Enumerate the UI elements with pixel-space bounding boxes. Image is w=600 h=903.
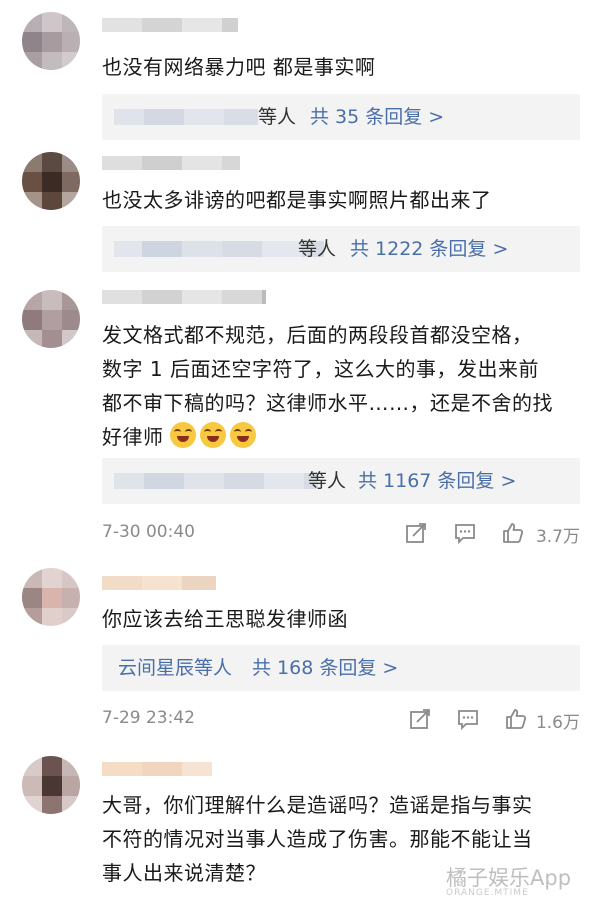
reply-count-link[interactable]: 共 35 条回复 > xyxy=(310,94,444,140)
comment-text: 发文格式都不规范，后面的两段段首都没空格， 数字 1 后面还空字符了，这么大的事… xyxy=(102,318,582,454)
comment-icon[interactable] xyxy=(453,521,477,545)
avatar[interactable] xyxy=(22,290,80,348)
reply-users[interactable]: 云间星辰等人 xyxy=(118,645,232,691)
watermark: 橘子娱乐App ORANGE.MTIME xyxy=(446,862,571,898)
comment-line: 事人出来说清楚？ xyxy=(102,861,266,885)
like-icon[interactable] xyxy=(501,521,525,545)
comment-meta: 7-30 00:40 3.7万 xyxy=(102,518,582,548)
reply-users-suffix: 等人 xyxy=(308,470,347,492)
username-redacted[interactable] xyxy=(102,156,240,170)
reply-users-redacted xyxy=(114,241,324,257)
comment-time: 7-30 00:40 xyxy=(102,522,195,542)
username-redacted[interactable] xyxy=(102,290,266,304)
like-icon[interactable] xyxy=(504,707,528,731)
avatar[interactable] xyxy=(22,152,80,210)
comment-line: 发文格式都不规范，后面的两段段首都没空格， xyxy=(102,323,533,347)
avatar[interactable] xyxy=(22,568,80,626)
replies-box[interactable]: 云间星辰等人 共 168 条回复 > xyxy=(102,645,580,691)
watermark-title: 橘子娱乐App xyxy=(446,866,572,890)
comment-line: 都不审下稿的吗？这律师水平……，还是不舍的找 xyxy=(102,391,553,415)
laughing-crying-emoji xyxy=(170,422,197,448)
reply-count-link[interactable]: 共 1167 条回复 > xyxy=(358,458,516,504)
avatar[interactable] xyxy=(22,756,80,814)
replies-box[interactable]: 等人 共 1222 条回复 > xyxy=(102,226,580,272)
repost-icon[interactable] xyxy=(404,521,428,545)
reply-users-redacted xyxy=(114,109,258,125)
username-redacted[interactable] xyxy=(102,762,212,776)
avatar[interactable] xyxy=(22,12,80,70)
like-count: 3.7万 xyxy=(535,527,580,547)
reply-users-redacted xyxy=(114,473,318,489)
username-redacted[interactable] xyxy=(102,576,216,590)
laughing-crying-emoji xyxy=(230,422,257,448)
like-count: 1.6万 xyxy=(535,713,580,733)
comment-icon[interactable] xyxy=(456,707,480,731)
reply-count-link[interactable]: 共 168 条回复 > xyxy=(252,645,398,691)
reply-users-suffix: 等人 xyxy=(298,238,337,260)
replies-box[interactable]: 等人 共 35 条回复 > xyxy=(102,94,580,140)
reply-users-suffix: 等人 xyxy=(258,106,297,128)
reply-count-link[interactable]: 共 1222 条回复 > xyxy=(350,226,508,272)
comment-meta: 7-29 23:42 1.6万 xyxy=(102,704,582,734)
comment-text: 也没有网络暴力吧 都是事实啊 xyxy=(102,55,376,79)
comment-line: 数字 1 后面还空字符了，这么大的事，发出来前 xyxy=(102,357,539,381)
username-redacted[interactable] xyxy=(102,18,238,32)
comment-text: 你应该去给王思聪发律师函 xyxy=(102,607,348,631)
laughing-crying-emoji xyxy=(200,422,227,448)
comment-line: 大哥，你们理解什么是造谣吗？造谣是指与事实 xyxy=(102,793,533,817)
comment-text: 也没太多诽谤的吧都是事实啊照片都出来了 xyxy=(102,188,492,212)
comment-time: 7-29 23:42 xyxy=(102,708,195,728)
comment-line: 好律师 xyxy=(102,425,164,449)
comment-line: 不符的情况对当事人造成了伤害。那能不能让当 xyxy=(102,827,533,851)
repost-icon[interactable] xyxy=(408,707,432,731)
replies-box[interactable]: 等人 共 1167 条回复 > xyxy=(102,458,580,504)
